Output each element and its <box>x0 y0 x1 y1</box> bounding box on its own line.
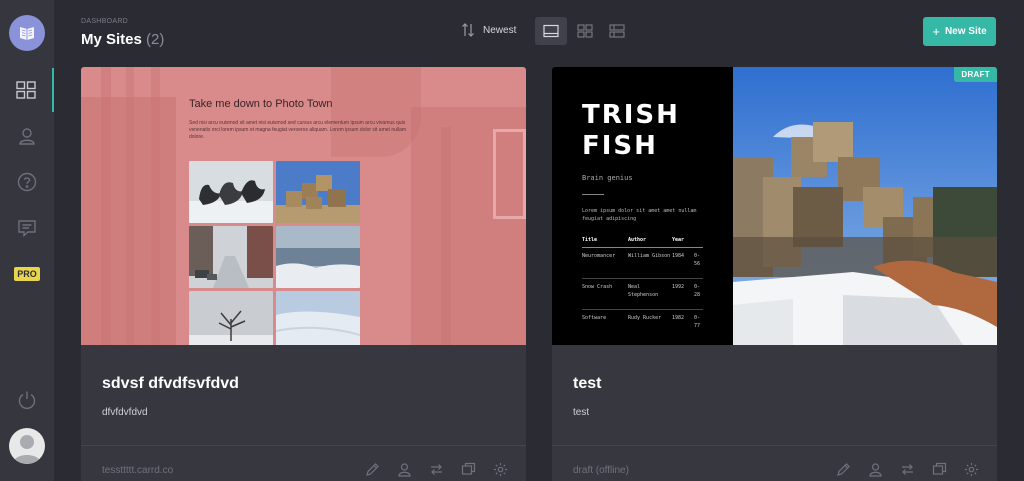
sidebar-item-pro[interactable]: PRO <box>0 252 54 296</box>
avatar[interactable] <box>9 428 45 464</box>
help-icon <box>17 172 37 192</box>
site-description: test <box>573 407 590 418</box>
thumbnail-dark-panel: TRISH FISH Brain genius Lorem ipsum dolo… <box>552 67 733 345</box>
table-cell: 1982 <box>672 315 685 321</box>
photo-frozen-shore <box>276 226 360 288</box>
edit-icon[interactable] <box>365 462 380 477</box>
grid-icon <box>16 81 36 99</box>
new-site-label: New Site <box>944 26 987 37</box>
duplicate-icon[interactable] <box>461 462 476 477</box>
book-logo-icon <box>20 27 34 40</box>
card-actions <box>365 462 508 477</box>
table-row: Snow Crash Neal Stephenson 1992 0-28 <box>582 279 703 310</box>
photo-snow-field <box>276 291 360 345</box>
table-cell: 1992 <box>672 284 685 290</box>
table-cell: 0-77 <box>694 315 701 329</box>
photo-grid <box>189 161 361 345</box>
photo-habitat-building <box>276 161 360 223</box>
duplicate-icon[interactable] <box>932 462 947 477</box>
power-icon <box>18 391 36 409</box>
site-name[interactable]: test <box>573 375 601 393</box>
table-cell: Rudy Rucker <box>628 315 662 321</box>
site-thumbnail[interactable]: TRISH FISH Brain genius Lorem ipsum dolo… <box>552 67 997 345</box>
site-thumbnail[interactable]: Take me down to Photo Town Sed nisi arcu… <box>81 67 526 345</box>
sort-label: Newest <box>483 24 517 36</box>
page-title: My Sites (2) <box>81 31 164 48</box>
view-list-button[interactable] <box>601 17 633 45</box>
site-url: draft (offline) <box>573 465 629 476</box>
view-large-button[interactable] <box>535 17 567 45</box>
settings-gear-icon[interactable] <box>964 462 979 477</box>
user-avatar-icon <box>13 435 41 464</box>
site-url[interactable]: tessttttt.carrd.co <box>102 465 173 476</box>
table-cell: Neal Stephenson <box>628 284 659 298</box>
plus-icon: + <box>932 24 940 39</box>
table-cell: Software <box>582 315 607 321</box>
thumbnail-rule <box>582 194 604 195</box>
thumbnail-photo-habitat <box>733 67 997 345</box>
sidebar-item-sites[interactable] <box>0 68 54 112</box>
table-row: Software Rudy Rucker 1982 0-77 <box>582 310 703 340</box>
collaborators-icon[interactable] <box>868 462 883 477</box>
site-description: dfvfdvfdvd <box>102 407 148 418</box>
table-cell: Snow Crash <box>582 284 613 290</box>
photo-snowy-street <box>189 226 273 288</box>
card-divider <box>81 445 526 446</box>
logo[interactable] <box>9 15 45 51</box>
transfer-icon[interactable] <box>900 462 915 477</box>
new-site-button[interactable]: + New Site <box>923 17 996 46</box>
thumbnail-subtitle: Brain genius <box>582 174 633 182</box>
edit-icon[interactable] <box>836 462 851 477</box>
table-row: Neuromancer William Gibson 1984 0-56 <box>582 248 703 279</box>
sidebar-item-logout[interactable] <box>0 378 54 422</box>
card-actions <box>836 462 979 477</box>
table-header-cell: Title <box>582 237 598 243</box>
thumbnail-lorem: Lorem ipsum dolor sit amet amet nullam f… <box>582 208 697 222</box>
photo-snow-boots <box>189 161 273 223</box>
chat-icon <box>18 220 36 238</box>
table-header: Title Author Year <box>582 237 703 248</box>
table-cell: 0-28 <box>694 284 701 298</box>
pro-badge: PRO <box>14 267 40 281</box>
sidebar-item-feedback[interactable] <box>0 206 54 250</box>
sort-control[interactable]: Newest <box>461 22 516 38</box>
sidebar: PRO <box>0 0 54 481</box>
collaborators-icon[interactable] <box>397 462 412 477</box>
draft-badge: DRAFT <box>954 67 997 82</box>
site-card[interactable]: TRISH FISH Brain genius Lorem ipsum dolo… <box>552 67 997 481</box>
settings-gear-icon[interactable] <box>493 462 508 477</box>
grid-view-icon <box>577 24 593 38</box>
page-title-text: My Sites <box>81 31 142 48</box>
list-view-icon <box>609 24 625 38</box>
table-cell: Neuromancer <box>582 253 616 259</box>
sidebar-item-help[interactable] <box>0 160 54 204</box>
site-count: (2) <box>146 31 165 48</box>
thumbnail-table: Title Author Year Neuromancer William Gi… <box>582 237 703 340</box>
card-divider <box>552 445 997 446</box>
thumbnail-body: Sed nisi arcu euismod sit amet nisi euis… <box>189 120 407 140</box>
table-header-cell: Year <box>672 237 685 243</box>
sidebar-item-account[interactable] <box>0 114 54 158</box>
site-card[interactable]: Take me down to Photo Town Sed nisi arcu… <box>81 67 526 481</box>
photo-winter-tree <box>189 291 273 345</box>
sort-icon <box>462 23 474 37</box>
site-name[interactable]: sdvsf dfvdfsvfdvd <box>102 375 239 393</box>
table-cell: 0-56 <box>694 253 701 267</box>
view-grid-button[interactable] <box>569 17 601 45</box>
table-cell: William Gibson <box>628 253 671 259</box>
thumbnail-title: TRISH FISH <box>582 100 680 161</box>
table-header-cell: Author <box>628 237 647 243</box>
transfer-icon[interactable] <box>429 462 444 477</box>
breadcrumb: DASHBOARD <box>81 18 129 25</box>
single-view-icon <box>543 24 559 38</box>
thumbnail-heading: Take me down to Photo Town <box>189 98 333 110</box>
user-icon <box>19 128 35 145</box>
table-cell: 1984 <box>672 253 685 259</box>
